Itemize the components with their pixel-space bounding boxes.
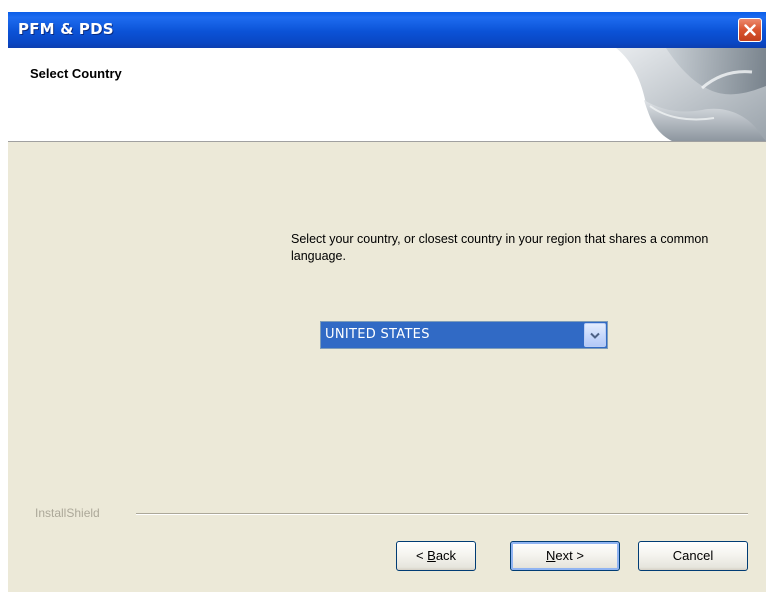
back-button-prefix: < — [415, 548, 428, 563]
next-button-rest: ext > — [555, 548, 584, 563]
back-button[interactable]: < Back — [396, 541, 476, 571]
instruction-text: Select your country, or closest country … — [291, 232, 709, 263]
banner-art — [616, 48, 766, 141]
window-title: PFM & PDS — [18, 20, 114, 38]
close-button[interactable] — [738, 18, 762, 42]
cancel-button[interactable]: Cancel — [638, 541, 748, 571]
country-select-value: UNITED STATES — [325, 327, 430, 342]
country-select[interactable]: UNITED STATES — [320, 321, 608, 349]
next-button[interactable]: Next > — [510, 541, 620, 571]
title-bar[interactable]: PFM & PDS — [8, 12, 766, 48]
footer-separator — [136, 513, 748, 515]
dropdown-button[interactable] — [584, 323, 606, 347]
next-button-mnemonic: N — [546, 548, 556, 563]
close-icon — [744, 24, 756, 36]
installshield-label: InstallShield — [35, 506, 100, 520]
chevron-down-icon — [590, 332, 600, 339]
back-button-mnemonic: B — [427, 548, 436, 563]
back-button-rest: ack — [435, 548, 457, 563]
installer-window: PFM & PDS Select Country Select your cou… — [8, 12, 766, 592]
header-banner: Select Country — [8, 48, 766, 142]
page-title: Select Country — [30, 66, 122, 81]
